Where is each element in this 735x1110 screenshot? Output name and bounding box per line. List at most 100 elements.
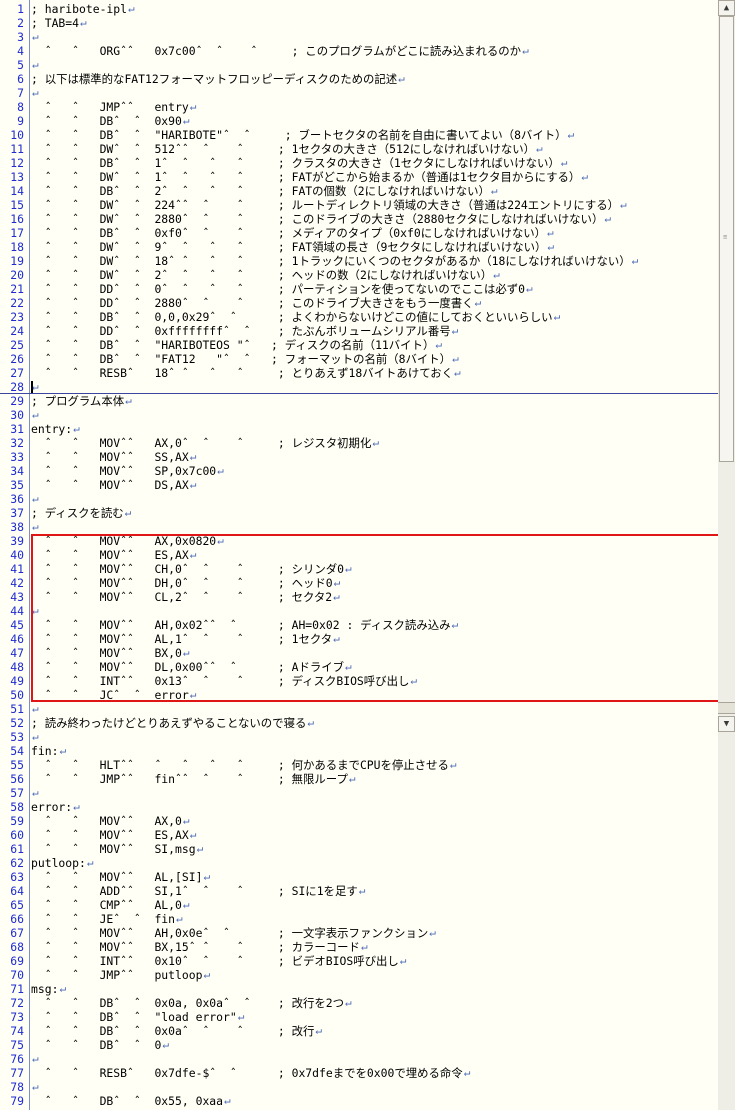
code-line[interactable]: 69 ˆ ˆ INTˆˆ 0x10ˆ ˆ ˆ ; ビデオBIOS呼び出し ↵: [0, 954, 718, 968]
scroll-down-button[interactable]: ▼: [718, 716, 735, 732]
code-line[interactable]: 15 ˆ ˆ DWˆ ˆ 224ˆˆ ˆ ˆ ; ルートディレクトリ領域の大きさ…: [0, 198, 718, 212]
code-line[interactable]: 56 ˆ ˆ JMPˆˆ finˆˆ ˆ ˆ ; 無限ループ ↵: [0, 772, 718, 786]
code-line[interactable]: 50 ˆ ˆ JCˆ ˆ error ↵: [0, 688, 718, 702]
code-editor[interactable]: 1; haribote-ipl ↵ 2; TAB=4 ↵ 3 ↵ 4 ˆ ˆ ORGˆˆ 0…: [0, 0, 735, 1110]
line-text: ˆ ˆ DWˆ ˆ 512ˆˆ ˆ ˆ ; 1セクタの大きさ（512にしなければ…: [31, 142, 535, 156]
code-line[interactable]: 1 ; haribote-ipl ↵: [0, 2, 718, 16]
code-line[interactable]: 52 ; 読み終わったけどとりあえずやることないので寝る ↵: [0, 716, 718, 730]
code-line[interactable]: 48 ˆ ˆ MOVˆˆ DL,0x00ˆˆ ˆ ; Aドライブ ↵: [0, 660, 718, 674]
newline-mark-icon: ↵: [32, 702, 39, 715]
code-line[interactable]: 55 ˆ ˆ HLTˆˆ ˆ ˆ ˆ ˆ ; 何かあるまでCPUを停止させる ↵: [0, 758, 718, 772]
code-line[interactable]: 36 ↵: [0, 492, 718, 506]
code-line[interactable]: 72 ˆ ˆ DBˆ ˆ 0x0a, 0x0aˆ ˆ ; 改行を2つ ↵: [0, 996, 718, 1010]
code-line[interactable]: 23 ˆ ˆ DBˆ ˆ 0,0,0x29ˆ ˆ ; よくわからないけどこの値に…: [0, 310, 718, 324]
line-number: 18: [10, 240, 24, 254]
code-line[interactable]: 61 ˆ ˆ MOVˆˆ SI,msg ↵: [0, 842, 718, 856]
code-line[interactable]: 74 ˆ ˆ DBˆ ˆ 0x0aˆ ˆ ˆ ; 改行 ↵: [0, 1024, 718, 1038]
line-text: ˆ ˆ DDˆ ˆ 0xffffffffˆ ˆ ; たぶんボリュームシリアル番号: [31, 324, 451, 338]
code-line[interactable]: 25 ˆ ˆ DBˆ ˆ "HARIBOTEOS "ˆ ; ディスクの名前（11…: [0, 338, 718, 352]
code-line[interactable]: 6 ; 以下は標準的なFAT12フォーマットフロッピーディスクのための記述 ↵: [0, 72, 718, 86]
code-line[interactable]: 71 msg: ↵: [0, 982, 718, 996]
line-number: 70: [10, 968, 24, 982]
code-line[interactable]: 66 ˆ ˆ JEˆ ˆ fin ↵: [0, 912, 718, 926]
scroll-up-button[interactable]: ▲: [718, 0, 735, 16]
code-line[interactable]: 68 ˆ ˆ MOVˆˆ BX,15ˆ ˆ ˆ ; カラーコード ↵: [0, 940, 718, 954]
code-line[interactable]: 27 ˆ ˆ RESBˆ 18ˆ ˆ ˆ ˆ ; とりあえず18バイトあけておく…: [0, 366, 718, 380]
code-line[interactable]: 53 ↵: [0, 730, 718, 744]
code-line[interactable]: 31 entry: ↵: [0, 422, 718, 436]
code-line[interactable]: 59 ˆ ˆ MOVˆˆ AX,0 ↵: [0, 814, 718, 828]
vertical-scrollbar[interactable]: ▲ ≡ ▼: [718, 0, 735, 1110]
code-line[interactable]: 62 putloop: ↵: [0, 856, 718, 870]
code-line[interactable]: 8 ˆ ˆ JMPˆˆ entry ↵: [0, 100, 718, 114]
code-line[interactable]: 14 ˆ ˆ DBˆ ˆ 2ˆ ˆ ˆ ˆ ; FATの個数（2にしなければいけ…: [0, 184, 718, 198]
code-line[interactable]: 45 ˆ ˆ MOVˆˆ AH,0x02ˆˆ ˆ ; AH=0x02 : ディス…: [0, 618, 718, 632]
code-line[interactable]: 75 ˆ ˆ DBˆ ˆ 0 ↵: [0, 1038, 718, 1052]
code-line[interactable]: 79 ˆ ˆ DBˆ ˆ 0x55, 0xaa ↵: [0, 1094, 718, 1108]
code-line[interactable]: 58 error: ↵: [0, 800, 718, 814]
code-line[interactable]: 20 ˆ ˆ DWˆ ˆ 2ˆ ˆ ˆ ˆ ; ヘッドの数（2にしなければいけな…: [0, 268, 718, 282]
code-line[interactable]: 64 ˆ ˆ ADDˆˆ SI,1ˆ ˆ ˆ ; SIに1を足す ↵: [0, 884, 718, 898]
code-line[interactable]: 10 ˆ ˆ DBˆ ˆ "HARIBOTE"ˆ ˆ ; ブートセクタの名前を自…: [0, 128, 718, 142]
code-line[interactable]: 34 ˆ ˆ MOVˆˆ SP,0x7c00 ↵: [0, 464, 718, 478]
code-line[interactable]: 47 ˆ ˆ MOVˆˆ BX,0 ↵: [0, 646, 718, 660]
code-line[interactable]: 70 ˆ ˆ JMPˆˆ putloop ↵: [0, 968, 718, 982]
line-text: ˆ ˆ DBˆ ˆ 0xf0ˆ ˆ ˆ ; メディアのタイプ（0xf0にしなけれ…: [31, 226, 547, 240]
code-line[interactable]: 60 ˆ ˆ MOVˆˆ ES,AX ↵: [0, 828, 718, 842]
code-line[interactable]: 77 ˆ ˆ RESBˆ 0x7dfe-$ˆ ˆ ; 0x7dfeまでを0x00…: [0, 1066, 718, 1080]
code-line[interactable]: 65 ˆ ˆ CMPˆˆ AL,0 ↵: [0, 898, 718, 912]
code-line[interactable]: 17 ˆ ˆ DBˆ ˆ 0xf0ˆ ˆ ˆ ; メディアのタイプ（0xf0にし…: [0, 226, 718, 240]
code-line[interactable]: 29 ; プログラム本体 ↵: [0, 394, 718, 408]
code-line[interactable]: 78 ↵: [0, 1080, 718, 1094]
code-line[interactable]: 67 ˆ ˆ MOVˆˆ AH,0x0eˆ ˆ ; 一文字表示ファンクション ↵: [0, 926, 718, 940]
code-line[interactable]: 3 ↵: [0, 30, 718, 44]
text-area[interactable]: 1; haribote-ipl ↵ 2; TAB=4 ↵ 3 ↵ 4 ˆ ˆ ORGˆˆ 0…: [0, 2, 718, 1108]
code-line[interactable]: 32 ˆ ˆ MOVˆˆ AX,0ˆ ˆ ˆ ; レジスタ初期化 ↵: [0, 436, 718, 450]
code-line[interactable]: 30 ↵: [0, 408, 718, 422]
code-line[interactable]: 33 ˆ ˆ MOVˆˆ SS,AX ↵: [0, 450, 718, 464]
code-line[interactable]: 13 ˆ ˆ DWˆ ˆ 1ˆ ˆ ˆ ˆ ; FATがどこから始まるか（普通は…: [0, 170, 718, 184]
line-text: error:: [31, 800, 73, 814]
code-line[interactable]: 40 ˆ ˆ MOVˆˆ ES,AX ↵: [0, 548, 718, 562]
code-line[interactable]: 16 ˆ ˆ DWˆ ˆ 2880ˆ ˆ ˆ ; このドライブの大きさ（2880…: [0, 212, 718, 226]
code-line[interactable]: 76 ↵: [0, 1052, 718, 1066]
code-line[interactable]: 28 ↵: [0, 380, 718, 394]
code-line[interactable]: 11 ˆ ˆ DWˆ ˆ 512ˆˆ ˆ ˆ ; 1セクタの大きさ（512にしな…: [0, 142, 718, 156]
pane-splitter[interactable]: [718, 702, 735, 714]
code-line[interactable]: 19 ˆ ˆ DWˆ ˆ 18ˆ ˆ ˆ ˆ ; 1トラックにいくつのセクタがあ…: [0, 254, 718, 268]
code-line[interactable]: 24 ˆ ˆ DDˆ ˆ 0xffffffffˆ ˆ ; たぶんボリュームシリア…: [0, 324, 718, 338]
code-line[interactable]: 51 ↵: [0, 702, 718, 716]
code-line[interactable]: 7 ↵: [0, 86, 718, 100]
code-line[interactable]: 35 ˆ ˆ MOVˆˆ DS,AX ↵: [0, 478, 718, 492]
code-line[interactable]: 57 ↵: [0, 786, 718, 800]
code-line[interactable]: 44 ↵: [0, 604, 718, 618]
newline-mark-icon: ↵: [189, 688, 197, 701]
code-line[interactable]: 9 ˆ ˆ DBˆ ˆ 0x90 ↵: [0, 114, 718, 128]
code-line[interactable]: 21 ˆ ˆ DDˆ ˆ 0ˆ ˆ ˆ ˆ ; パーティションを使ってないのでこ…: [0, 282, 718, 296]
line-number: 13: [10, 170, 24, 184]
code-line[interactable]: 26 ˆ ˆ DBˆ ˆ "FAT12 "ˆ ˆ ; フォーマットの名前（8バイ…: [0, 352, 718, 366]
code-line[interactable]: 46 ˆ ˆ MOVˆˆ AL,1ˆ ˆ ˆ ; 1セクタ ↵: [0, 632, 718, 646]
code-line[interactable]: 5 ↵: [0, 58, 718, 72]
line-text: ˆ ˆ MOVˆˆ AH,0x02ˆˆ ˆ ; AH=0x02 : ディスク読み…: [31, 618, 451, 632]
code-line[interactable]: 43 ˆ ˆ MOVˆˆ CL,2ˆ ˆ ˆ ; セクタ2 ↵: [0, 590, 718, 604]
newline-mark-icon: ↵: [333, 632, 340, 645]
code-line[interactable]: 37 ; ディスクを読む ↵: [0, 506, 718, 520]
code-line[interactable]: 22 ˆ ˆ DDˆ ˆ 2880ˆ ˆ ˆ ; このドライブ大きさをもう一度書…: [0, 296, 718, 310]
code-line[interactable]: 2 ; TAB=4 ↵: [0, 16, 718, 30]
newline-mark-icon: ↵: [203, 968, 211, 981]
code-line[interactable]: 4 ˆ ˆ ORGˆˆ 0x7c00ˆ ˆ ˆ ; このプログラムがどこに読み込…: [0, 44, 718, 58]
code-line[interactable]: 73 ˆ ˆ DBˆ ˆ "load error" ↵: [0, 1010, 718, 1024]
code-line[interactable]: 38 ↵: [0, 520, 718, 534]
code-line[interactable]: 41 ˆ ˆ MOVˆˆ CH,0ˆ ˆ ˆ ; シリンダ0 ↵: [0, 562, 718, 576]
code-line[interactable]: 42 ˆ ˆ MOVˆˆ DH,0ˆ ˆ ˆ ; ヘッド0 ↵: [0, 576, 718, 590]
code-line[interactable]: 12 ˆ ˆ DBˆ ˆ 1ˆ ˆ ˆ ˆ ; クラスタの大きさ（1セクタにしな…: [0, 156, 718, 170]
code-line[interactable]: 39 ˆ ˆ MOVˆˆ AX,0x0820 ↵: [0, 534, 718, 548]
line-number: 1: [17, 2, 24, 16]
code-line[interactable]: 54 fin: ↵: [0, 744, 718, 758]
code-line[interactable]: 49 ˆ ˆ INTˆˆ 0x13ˆ ˆ ˆ ; ディスクBIOS呼び出し ↵: [0, 674, 718, 688]
code-line[interactable]: 18 ˆ ˆ DWˆ ˆ 9ˆ ˆ ˆ ˆ ; FAT領域の長さ（9セクタにしな…: [0, 240, 718, 254]
code-line[interactable]: 63 ˆ ˆ MOVˆˆ AL,[SI] ↵: [0, 870, 718, 884]
scroll-thumb[interactable]: ≡: [719, 16, 734, 462]
line-text: ˆ ˆ DWˆ ˆ 1ˆ ˆ ˆ ˆ ; FATがどこから始まるか（普通は1セク…: [31, 170, 581, 184]
